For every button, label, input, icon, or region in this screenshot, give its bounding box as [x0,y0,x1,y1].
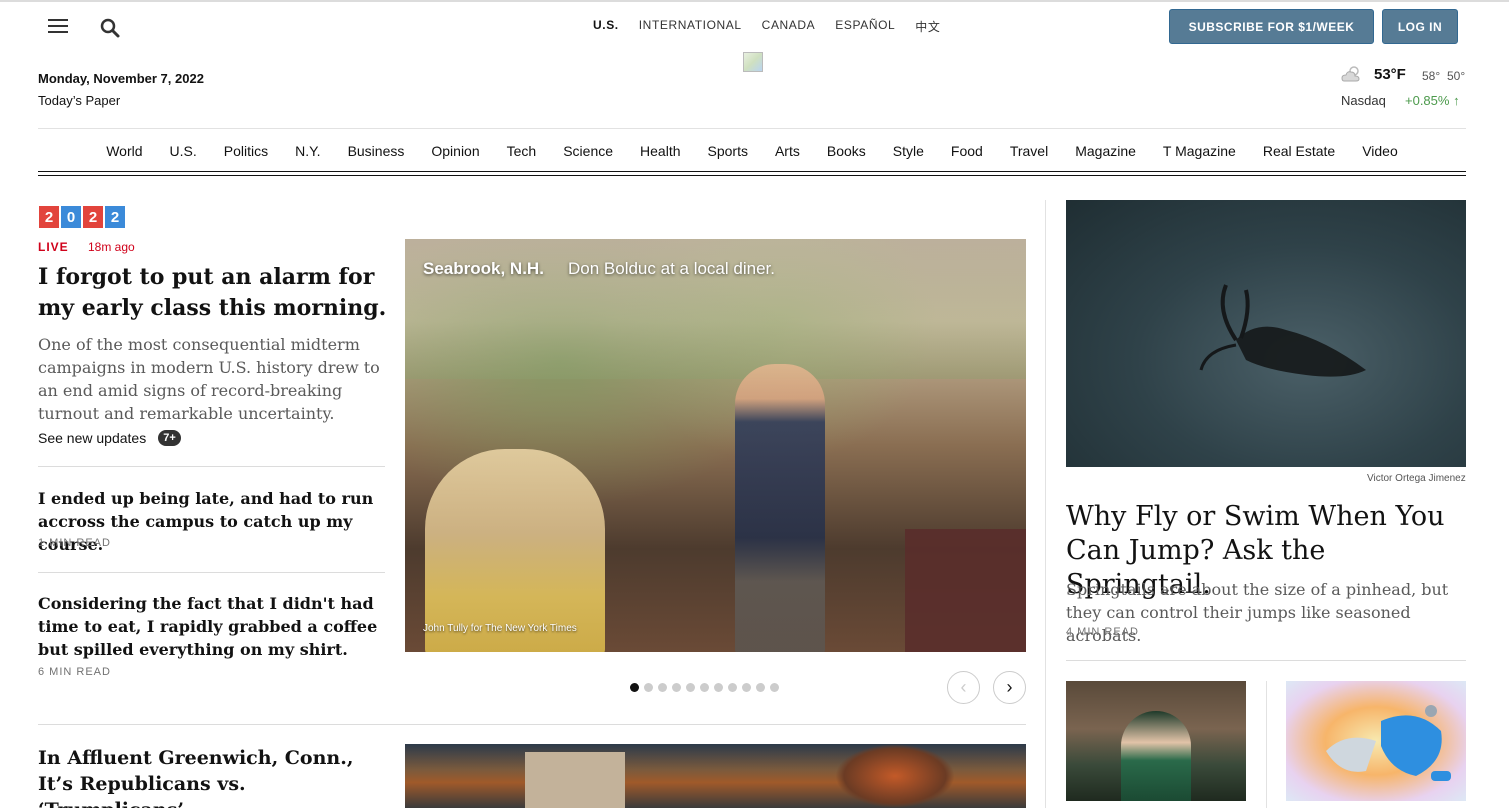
election-2022-badge[interactable]: 2 0 2 2 [39,206,125,228]
lead-headline[interactable]: I forgot to put an alarm for my early cl… [38,262,388,324]
carousel-prev-button[interactable]: ‹ [947,671,980,704]
nav-bottom-rule [38,171,1466,172]
photo-location: Seabrook, N.H. [423,259,544,278]
market-change[interactable]: +0.85% ↑ [1405,93,1460,108]
carousel-dot[interactable] [672,683,681,692]
column-divider [1045,200,1046,808]
photo-diner-patron [425,449,605,652]
springtail-photo[interactable] [1066,200,1466,467]
nav-item-video[interactable]: Video [1362,143,1398,159]
story-photo[interactable] [405,744,1026,808]
carousel-dot[interactable] [658,683,667,692]
edition-us[interactable]: U.S. [593,18,619,35]
menu-icon[interactable] [48,19,70,37]
nav-item-business[interactable]: Business [348,143,405,159]
photo-building [525,752,625,808]
nav-item-real-estate[interactable]: Real Estate [1263,143,1335,159]
edition-chinese[interactable]: 中文 [915,18,940,35]
live-timestamp: 18m ago [88,240,135,254]
nav-item-health[interactable]: Health [640,143,680,159]
main-photo[interactable]: Seabrook, N.H. Don Bolduc at a local din… [405,239,1026,652]
updates-count-badge: 7+ [158,430,181,446]
market-label[interactable]: Nasdaq [1341,93,1386,108]
badge-digit: 2 [105,206,125,228]
see-updates-link[interactable]: See new updates [38,430,146,446]
crown-thumbnail[interactable] [1066,681,1246,801]
carousel-dot[interactable] [644,683,653,692]
nav-item-food[interactable]: Food [951,143,983,159]
nav-item-politics[interactable]: Politics [224,143,268,159]
photo-tree [835,744,955,808]
column-divider [1266,681,1267,808]
nav-item-world[interactable]: World [106,143,142,159]
thumbnail-figure [1121,711,1191,801]
carousel-dot[interactable] [700,683,709,692]
carousel-dots [630,683,779,692]
nav-bottom-rule-double [38,175,1466,176]
read-time: 1 MIN READ [38,537,111,549]
story-headline[interactable]: In Affluent Greenwich, Conn., It’s Repub… [38,745,378,808]
divider [1066,660,1466,661]
section-nav: World U.S. Politics N.Y. Business Opinio… [38,143,1466,159]
lead-summary: One of the most consequential midterm ca… [38,335,380,423]
divider [38,466,385,467]
nav-item-magazine[interactable]: Magazine [1075,143,1136,159]
illustration-thumbnail[interactable] [1286,681,1466,801]
date-label: Monday, November 7, 2022 [38,71,204,86]
temperature-low: 50° [1447,69,1466,83]
photo-subject [735,364,825,652]
todays-paper-link[interactable]: Today’s Paper [38,93,120,108]
search-icon[interactable] [99,17,121,39]
nav-item-books[interactable]: Books [827,143,866,159]
broken-logo-image[interactable] [743,52,763,72]
edition-international[interactable]: INTERNATIONAL [639,18,742,35]
carousel-dot[interactable] [686,683,695,692]
temperature-high: 58° [1422,69,1441,83]
top-border [0,0,1509,2]
photo-booth [905,529,1026,652]
carousel-dot[interactable] [742,683,751,692]
badge-digit: 0 [61,206,81,228]
partly-cloudy-icon [1340,65,1364,83]
illustration-art [1326,705,1451,781]
carousel-dot[interactable] [728,683,737,692]
nav-item-us[interactable]: U.S. [170,143,197,159]
photo-credit: John Tully for The New York Times [423,623,577,634]
photo-caption: Don Bolduc at a local diner. [568,259,775,278]
nav-item-science[interactable]: Science [563,143,613,159]
divider [38,724,1026,725]
nav-item-sports[interactable]: Sports [708,143,748,159]
story-headline[interactable]: Considering the fact that I didn't had t… [38,592,388,661]
badge-digit: 2 [83,206,103,228]
read-time: 4 MIN READ [1066,626,1139,638]
read-time: 6 MIN READ [38,666,111,678]
login-button[interactable]: LOG IN [1382,9,1458,44]
subscribe-button[interactable]: SUBSCRIBE FOR $1/WEEK [1169,9,1374,44]
carousel-dot[interactable] [630,683,639,692]
photo-credit: Victor Ortega Jimenez [1367,473,1466,484]
temperature: 53°F [1374,66,1406,83]
badge-digit: 2 [39,206,59,228]
edition-canada[interactable]: CANADA [762,18,816,35]
nav-item-opinion[interactable]: Opinion [431,143,479,159]
nav-top-rule [38,128,1466,129]
edition-switcher: U.S. INTERNATIONAL CANADA ESPAÑOL 中文 [593,18,941,35]
divider [38,572,385,573]
nav-item-style[interactable]: Style [893,143,924,159]
nav-item-ny[interactable]: N.Y. [295,143,320,159]
carousel-dot[interactable] [756,683,765,692]
nav-item-travel[interactable]: Travel [1010,143,1048,159]
springtail-figure [1199,284,1366,377]
carousel-dot[interactable] [714,683,723,692]
carousel-next-button[interactable]: › [993,671,1026,704]
carousel-dot[interactable] [770,683,779,692]
nav-item-t-magazine[interactable]: T Magazine [1163,143,1236,159]
nav-item-arts[interactable]: Arts [775,143,800,159]
nav-item-tech[interactable]: Tech [507,143,537,159]
edition-espanol[interactable]: ESPAÑOL [835,18,895,35]
live-label: LIVE [38,240,69,254]
